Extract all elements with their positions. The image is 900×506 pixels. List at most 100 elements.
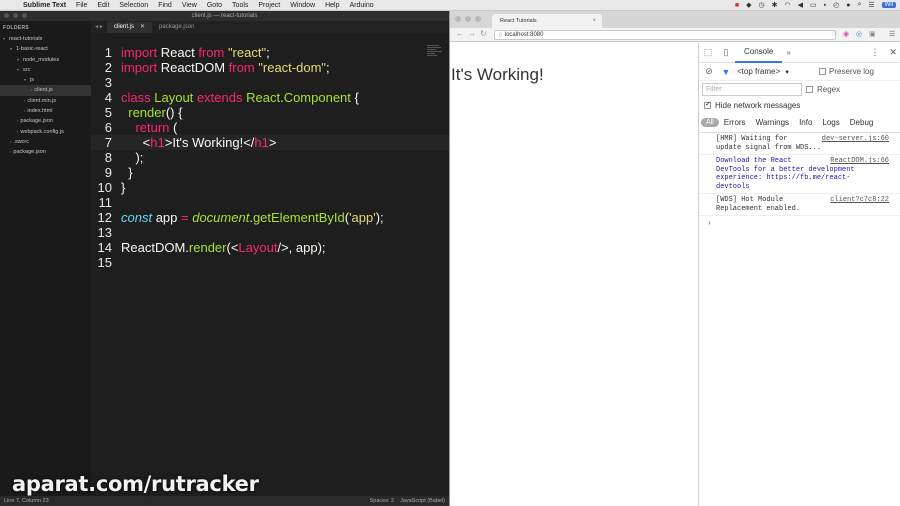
menu-project[interactable]: Project bbox=[253, 2, 285, 9]
level-errors[interactable]: Errors bbox=[719, 118, 751, 127]
volume-icon[interactable]: ◀ bbox=[798, 1, 803, 9]
back-icon[interactable]: ← bbox=[456, 29, 464, 38]
spotlight-icon[interactable]: ⌕ bbox=[857, 1, 861, 9]
menu-tools[interactable]: Tools bbox=[227, 2, 253, 9]
sidebar-item-package-json[interactable]: ▪ package.json bbox=[0, 147, 91, 157]
address-bar[interactable]: ▯ localhost:8080 bbox=[494, 30, 836, 40]
code-editor[interactable]: 1 2 3 4 5 6 7 8 9 10 11 12 13 14 15 import React from … bbox=[91, 33, 449, 496]
menu-edit[interactable]: Edit bbox=[92, 2, 114, 9]
wifi-icon[interactable]: ◠ bbox=[785, 1, 791, 9]
hide-network-option[interactable]: Hide network messages bbox=[699, 98, 900, 113]
indentation-setting[interactable]: Spaces: 2 bbox=[370, 496, 394, 506]
level-debug[interactable]: Debug bbox=[845, 118, 879, 127]
code-text[interactable]: import React from "react"; import ReactD… bbox=[121, 45, 421, 270]
sidebar-item-client-min-js[interactable]: ▪ client.min.js bbox=[0, 96, 91, 106]
sidebar-item-src[interactable]: ▾ src bbox=[0, 65, 91, 75]
forward-icon[interactable]: → bbox=[468, 29, 476, 38]
minimap[interactable] bbox=[427, 45, 445, 65]
sidebar-item--swcrc[interactable]: ▪ .swcrc bbox=[0, 137, 91, 147]
menu-window[interactable]: Window bbox=[285, 2, 320, 9]
sidebar-item-webpack-config-js[interactable]: ▪ webpack.config.js bbox=[0, 127, 91, 137]
page-info-icon[interactable]: ▯ bbox=[499, 32, 502, 38]
line-number: 10 bbox=[97, 180, 112, 195]
user-icon[interactable]: ● bbox=[846, 2, 850, 9]
menu-file[interactable]: File bbox=[71, 2, 92, 9]
filter-icon[interactable]: ▼ bbox=[719, 67, 733, 77]
user-badge[interactable]: Wil bbox=[881, 2, 896, 8]
menu-help[interactable]: Help bbox=[320, 2, 344, 9]
frame-selector[interactable]: <top frame> ▼ bbox=[737, 67, 790, 76]
chrome-menu-icon[interactable]: ☰ bbox=[889, 30, 895, 38]
sidebar-item-client-js[interactable]: ▪ client.js bbox=[0, 85, 91, 96]
sidebar-item-label: node_modules bbox=[23, 56, 60, 63]
clock-icon[interactable]: ◴ bbox=[833, 1, 839, 9]
console-prompt[interactable]: › bbox=[699, 216, 900, 231]
devtools-panel: ⬚ ▯ Console » ⋮ ✕ ⊘ ▼ <top frame> ▼ Prese… bbox=[698, 43, 900, 506]
menu-arduino[interactable]: Arduino bbox=[345, 2, 379, 9]
hide-network-checkbox[interactable] bbox=[704, 100, 711, 109]
flag-icon[interactable]: ▪ bbox=[824, 2, 826, 9]
extension-icon[interactable]: ◉ bbox=[843, 30, 849, 38]
sidebar-item-node-modules[interactable]: ▾ node_modules bbox=[0, 55, 91, 65]
console-message: [WDS] Hot Module Replacement enabled. cl… bbox=[699, 194, 900, 216]
browser-tab[interactable]: React Tutorials × bbox=[492, 14, 602, 28]
syntax-setting[interactable]: JavaScript (Babel) bbox=[400, 496, 445, 506]
zoom-window-icon[interactable] bbox=[22, 13, 27, 18]
preserve-log-checkbox[interactable] bbox=[819, 68, 826, 75]
preserve-log-option[interactable]: Preserve log bbox=[819, 67, 874, 76]
sidebar-item-1-basic-react[interactable]: ▾ 1-basic-react bbox=[0, 44, 91, 54]
line-number: 13 bbox=[97, 225, 112, 240]
menu-selection[interactable]: Selection bbox=[114, 2, 153, 9]
devtools-menu-icon[interactable]: ⋮ bbox=[870, 47, 879, 58]
sidebar-item-js[interactable]: ▾ js bbox=[0, 75, 91, 85]
code-line-4: class Layout extends React.Component { bbox=[121, 90, 359, 105]
level-all[interactable]: All bbox=[701, 118, 719, 127]
dropbox-icon[interactable]: ◆ bbox=[746, 1, 751, 9]
sublime-window: client.js — react-tutorials FOLDERS ▾ rea… bbox=[0, 11, 449, 506]
react-devtools-icon[interactable]: ◎ bbox=[856, 30, 862, 38]
zoom-window-icon[interactable] bbox=[475, 16, 481, 22]
record-icon[interactable]: ■ bbox=[735, 2, 739, 9]
bluetooth-icon[interactable]: ✱ bbox=[772, 1, 778, 9]
close-tab-icon[interactable]: × bbox=[592, 14, 596, 28]
tab-nav-arrows-icon[interactable]: ◂ ▸ bbox=[91, 23, 107, 33]
minimize-window-icon[interactable] bbox=[465, 16, 471, 22]
sidebar-item-package-json[interactable]: ▪ package.json bbox=[0, 116, 91, 126]
message-source-link[interactable]: client?c7c8:22 bbox=[830, 196, 889, 205]
level-logs[interactable]: Logs bbox=[817, 118, 844, 127]
close-window-icon[interactable] bbox=[4, 13, 9, 18]
reload-icon[interactable]: ↻ bbox=[480, 29, 487, 38]
level-warnings[interactable]: Warnings bbox=[751, 118, 795, 127]
menu-view[interactable]: View bbox=[177, 2, 202, 9]
tab-package-json[interactable]: package.json bbox=[152, 22, 201, 33]
sidebar-item-index-html[interactable]: ▪ index.html bbox=[0, 106, 91, 116]
tab-client-js[interactable]: client.js ✕ bbox=[107, 22, 153, 33]
battery-icon[interactable]: ▭ bbox=[810, 1, 817, 9]
device-mode-icon[interactable]: ▯ bbox=[717, 47, 735, 58]
message-source-link[interactable]: dev-server.js:60 bbox=[822, 135, 889, 144]
timemachine-icon[interactable]: ◷ bbox=[759, 1, 765, 9]
tab-console[interactable]: Console bbox=[735, 43, 783, 63]
menu-app-name[interactable]: Sublime Text bbox=[18, 2, 71, 9]
minimize-window-icon[interactable] bbox=[13, 13, 18, 18]
close-tab-icon[interactable]: ✕ bbox=[140, 22, 145, 33]
menu-goto[interactable]: Goto bbox=[202, 2, 227, 9]
sidebar-item-react-tutorials[interactable]: ▾ react-tutorials bbox=[0, 34, 91, 44]
level-info[interactable]: Info bbox=[794, 118, 817, 127]
console-filter-input[interactable]: Filter bbox=[702, 83, 802, 96]
regex-option[interactable]: Regex bbox=[806, 85, 840, 94]
regex-checkbox[interactable] bbox=[806, 86, 813, 93]
bookmark-star-icon[interactable]: ☆ bbox=[831, 30, 837, 38]
chrome-window-controls bbox=[455, 16, 481, 22]
message-source-link[interactable]: ReactDOM.js:66 bbox=[830, 157, 889, 166]
inspect-element-icon[interactable]: ⬚ bbox=[699, 47, 717, 58]
close-devtools-icon[interactable]: ✕ bbox=[889, 47, 897, 58]
status-bar: Line 7, Column 23 Spaces: 2 JavaScript (… bbox=[0, 496, 449, 506]
menu-find[interactable]: Find bbox=[153, 2, 177, 9]
clear-console-icon[interactable]: ⊘ bbox=[702, 66, 716, 77]
list-icon[interactable]: ☰ bbox=[868, 1, 874, 9]
extension-icon[interactable]: ▣ bbox=[869, 30, 876, 38]
more-tabs-icon[interactable]: » bbox=[782, 48, 790, 57]
close-window-icon[interactable] bbox=[455, 16, 461, 22]
